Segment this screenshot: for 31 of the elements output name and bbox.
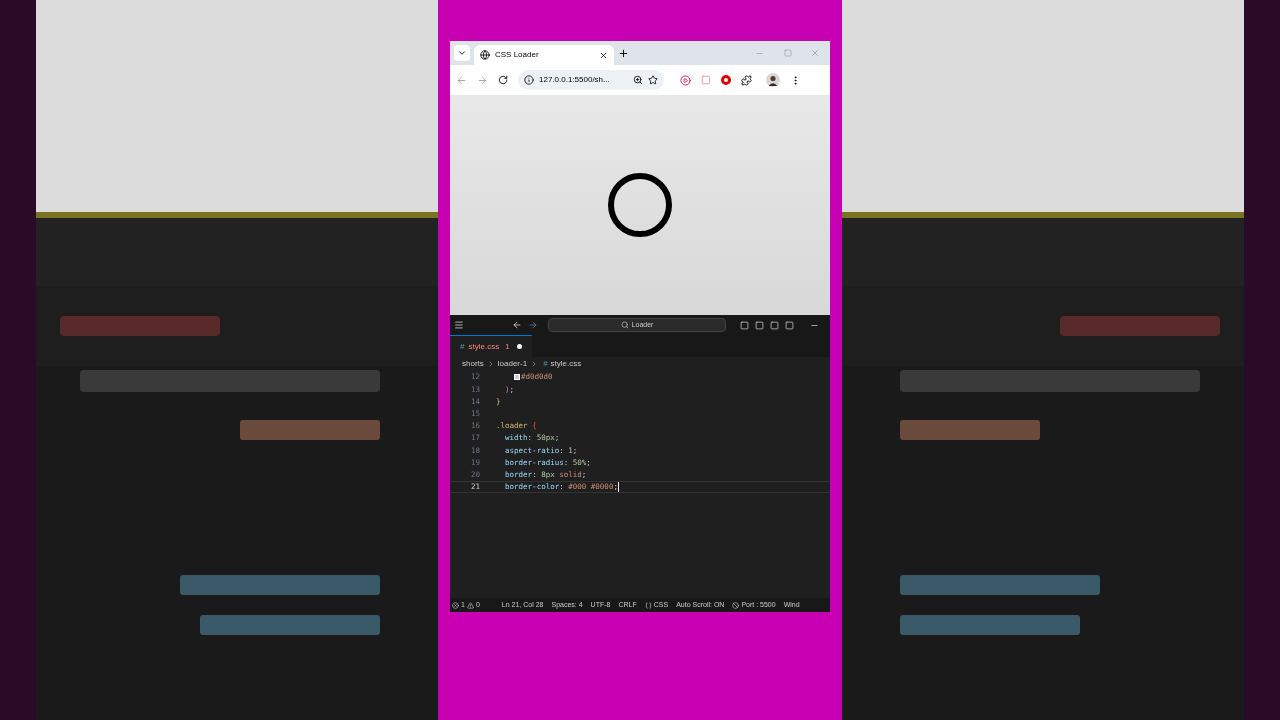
text-cursor: [617, 481, 619, 492]
back-icon[interactable]: [512, 320, 522, 330]
problem-count: 1: [505, 340, 510, 353]
css-file-icon: #: [543, 358, 548, 370]
tab-label: style.css: [468, 340, 500, 353]
zoom-icon[interactable]: [633, 75, 643, 85]
address-bar[interactable]: 127.0.0.1:5500/sh...: [518, 70, 664, 90]
avatar-icon[interactable]: [766, 73, 780, 87]
reload-icon[interactable]: [498, 75, 508, 85]
color-swatch[interactable]: [514, 374, 520, 381]
braces-icon: [644, 601, 652, 609]
breadcrumb-item[interactable]: shorts: [462, 358, 484, 370]
breadcrumb-item[interactable]: style.css: [550, 358, 582, 370]
star-icon[interactable]: [648, 75, 658, 85]
loader-ring: [608, 173, 672, 237]
info-icon: [524, 75, 534, 85]
breadcrumb-item[interactable]: loader-1: [497, 358, 528, 370]
editor-tab[interactable]: # style.css 1: [450, 335, 532, 357]
chevron-icon: [457, 48, 467, 58]
menu-icon[interactable]: [454, 320, 464, 330]
close-icon[interactable]: [599, 50, 608, 60]
extensions-icon[interactable]: [741, 74, 752, 86]
css-file-icon: #: [460, 340, 465, 353]
play-icon[interactable]: [680, 74, 691, 86]
error-icon: [452, 601, 459, 609]
opera-icon[interactable]: [721, 75, 731, 85]
browser-tab[interactable]: CSS Loader: [474, 45, 614, 65]
search-icon: [620, 321, 629, 329]
forward-icon[interactable]: [528, 320, 538, 330]
warning-icon: [466, 601, 474, 609]
new-tab-icon[interactable]: [618, 47, 629, 59]
